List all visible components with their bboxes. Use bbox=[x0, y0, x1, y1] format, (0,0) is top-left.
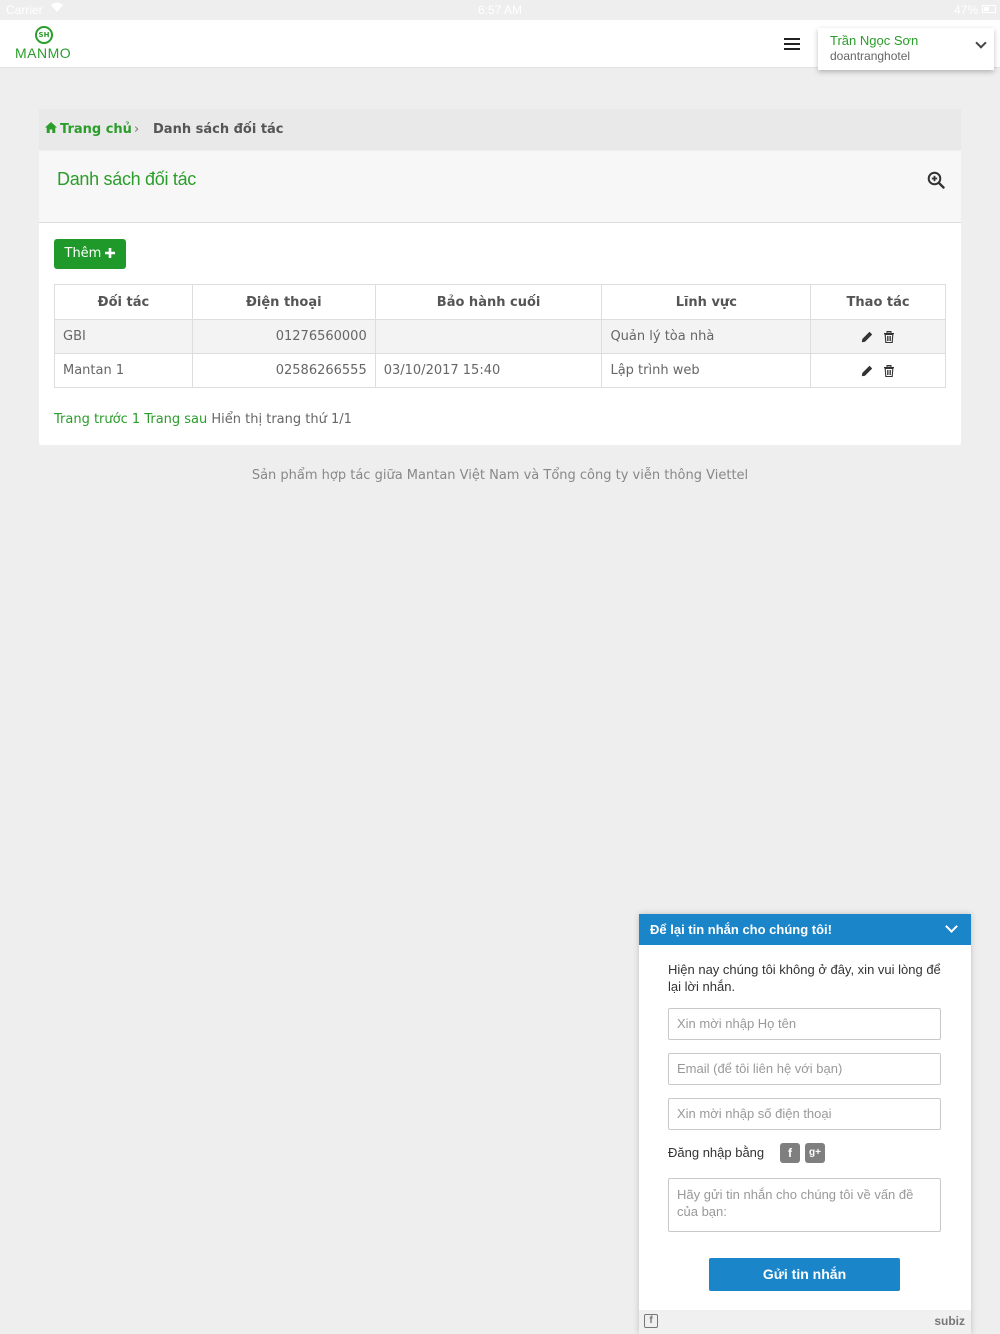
chat-widget: Để lại tin nhắn cho chúng tôi! Hiện nay … bbox=[639, 914, 971, 1334]
panel-header: Danh sách đối tác bbox=[39, 151, 961, 223]
page-number-link[interactable]: 1 bbox=[132, 412, 140, 427]
google-plus-login-icon[interactable]: g+ bbox=[805, 1143, 825, 1163]
facebook-icon[interactable]: f bbox=[644, 1314, 658, 1328]
column-header-warranty[interactable]: Bảo hành cuối bbox=[374, 284, 603, 320]
chat-phone-input[interactable]: Xin mời nhập số điện thoại bbox=[668, 1098, 941, 1130]
cell-phone: 01276560000 bbox=[191, 319, 376, 354]
cell-warranty: 03/10/2017 15:40 bbox=[374, 353, 603, 388]
delete-trash-icon[interactable] bbox=[883, 364, 895, 377]
partner-panel: Danh sách đối tác Thêm Đối tác Điện thoạ… bbox=[39, 151, 961, 445]
column-header-field[interactable]: Lĩnh vực bbox=[601, 284, 812, 320]
cell-partner: GBI bbox=[54, 319, 193, 354]
battery-label: 47% bbox=[953, 3, 978, 17]
zoom-in-icon[interactable] bbox=[927, 171, 945, 189]
cell-actions bbox=[810, 353, 946, 388]
cell-warranty bbox=[374, 319, 603, 354]
edit-pencil-icon[interactable] bbox=[861, 331, 873, 343]
breadcrumb-home-label: Trang chủ bbox=[60, 122, 132, 137]
cell-partner: Mantan 1 bbox=[54, 353, 193, 388]
prev-page-link[interactable]: Trang trước bbox=[54, 412, 128, 427]
column-header-actions: Thao tác bbox=[810, 284, 946, 320]
facebook-login-icon[interactable]: f bbox=[780, 1143, 800, 1163]
cell-phone: 02586266555 bbox=[191, 353, 376, 388]
partner-table: Đối tác Điện thoại Bảo hành cuối Lĩnh vự… bbox=[54, 284, 946, 388]
plus-icon bbox=[105, 246, 116, 261]
cell-actions bbox=[810, 319, 946, 354]
user-login: doantranghotel bbox=[830, 49, 911, 63]
user-name: Trần Ngọc Sơn bbox=[830, 33, 919, 48]
chevron-down-icon[interactable] bbox=[945, 920, 958, 933]
logo-badge: SH bbox=[35, 26, 53, 44]
page-info: Hiển thị trang thứ 1/1 bbox=[211, 412, 352, 427]
column-header-partner[interactable]: Đối tác bbox=[54, 284, 193, 320]
edit-pencil-icon[interactable] bbox=[861, 365, 873, 377]
breadcrumb-separator-icon: › bbox=[134, 122, 140, 137]
battery-icon bbox=[982, 5, 996, 13]
chat-email-input[interactable]: Email (để tôi liên hệ với bạn) bbox=[668, 1053, 941, 1085]
logo[interactable]: SH MANMO bbox=[14, 26, 74, 64]
user-menu[interactable]: Trần Ngọc Sơn doantranghotel bbox=[818, 28, 994, 70]
cell-field: Lập trình web bbox=[601, 353, 812, 388]
footer-note: Sản phẩm hợp tác giữa Mantan Việt Nam và… bbox=[251, 468, 749, 483]
add-button-label: Thêm bbox=[64, 246, 102, 261]
chat-message-textarea[interactable]: Hãy gửi tin nhắn cho chúng tôi về vấn đề… bbox=[668, 1178, 941, 1232]
chat-login-label: Đăng nhập bằng bbox=[668, 1145, 765, 1160]
table-header-row: Đối tác Điện thoại Bảo hành cuối Lĩnh vự… bbox=[54, 284, 946, 320]
chat-offline-message: Hiện nay chúng tôi không ở đây, xin vui … bbox=[668, 962, 941, 994]
home-icon bbox=[45, 122, 57, 137]
send-message-button[interactable]: Gửi tin nhắn bbox=[709, 1258, 900, 1291]
chat-title: Để lại tin nhắn cho chúng tôi! bbox=[650, 922, 832, 937]
breadcrumb: Trang chủ › Danh sách đối tác bbox=[39, 109, 961, 150]
chevron-down-icon bbox=[975, 37, 987, 49]
chat-header[interactable]: Để lại tin nhắn cho chúng tôi! bbox=[639, 914, 971, 945]
chat-footer: f subiz bbox=[639, 1310, 971, 1334]
add-button[interactable]: Thêm bbox=[54, 239, 126, 269]
page-title: Danh sách đối tác bbox=[57, 169, 196, 189]
breadcrumb-home[interactable]: Trang chủ bbox=[45, 122, 132, 137]
status-time: 6:57 AM bbox=[477, 3, 523, 17]
breadcrumb-current: Danh sách đối tác bbox=[153, 122, 284, 137]
table-row: GBI 01276560000 Quản lý tòa nhà bbox=[54, 319, 946, 354]
status-bar: Carrier 6:57 AM 47% bbox=[0, 0, 1000, 20]
menu-icon[interactable] bbox=[784, 38, 800, 52]
top-bar: SH MANMO Trần Ngọc Sơn doantranghotel bbox=[0, 20, 1000, 70]
cell-field: Quản lý tòa nhà bbox=[601, 319, 812, 354]
delete-trash-icon[interactable] bbox=[883, 330, 895, 343]
chat-name-input[interactable]: Xin mời nhập Họ tên bbox=[668, 1008, 941, 1040]
column-header-phone[interactable]: Điện thoại bbox=[191, 284, 376, 320]
logo-text: MANMO bbox=[15, 45, 72, 61]
pagination: Trang trước 1 Trang sau Hiển thị trang t… bbox=[54, 412, 352, 427]
next-page-link[interactable]: Trang sau bbox=[144, 412, 207, 427]
table-row: Mantan 1 02586266555 03/10/2017 15:40 Lậ… bbox=[54, 353, 946, 388]
subiz-logo[interactable]: subiz bbox=[934, 1314, 965, 1328]
